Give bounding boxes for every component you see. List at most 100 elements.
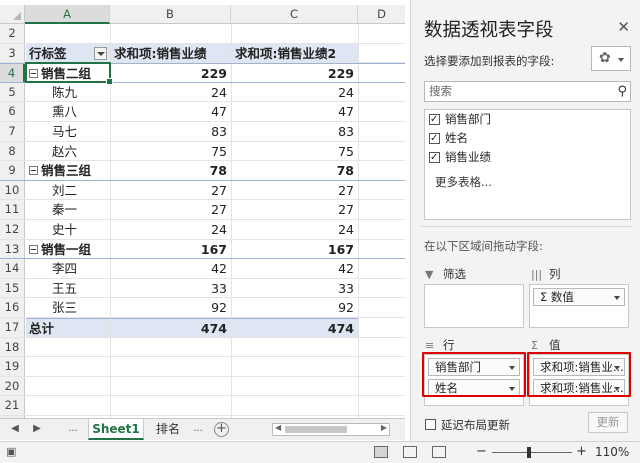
- item-label[interactable]: 王五: [26, 279, 110, 298]
- item-value-2[interactable]: 27: [231, 200, 358, 219]
- group-label-cell[interactable]: 销售一组: [26, 240, 110, 259]
- cell-d[interactable]: [358, 396, 405, 415]
- cell-d[interactable]: [358, 376, 405, 396]
- cell-a[interactable]: [26, 357, 110, 376]
- field-checkbox[interactable]: ✓: [429, 152, 440, 163]
- item-value-2[interactable]: 75: [231, 141, 358, 161]
- item-value-2[interactable]: 24: [231, 82, 358, 102]
- item-value-1[interactable]: 33: [110, 278, 231, 298]
- row-number[interactable]: 16: [0, 298, 25, 317]
- cell-d[interactable]: [358, 180, 405, 200]
- item-value-2[interactable]: 92: [231, 298, 358, 317]
- cell-a[interactable]: [26, 24, 110, 43]
- item-value-1[interactable]: 42: [110, 259, 231, 278]
- close-icon[interactable]: ✕: [617, 18, 630, 36]
- cell-d[interactable]: [358, 64, 405, 82]
- field-item-department[interactable]: ✓ 销售部门: [425, 110, 630, 129]
- tab-overflow-left[interactable]: ...: [64, 421, 82, 437]
- normal-view-icon[interactable]: [374, 446, 388, 458]
- cell-b[interactable]: [110, 337, 231, 357]
- item-value-2[interactable]: 24: [231, 219, 358, 239]
- item-value-1[interactable]: 24: [110, 82, 231, 102]
- item-label[interactable]: 赵六: [26, 142, 110, 161]
- cell-d[interactable]: [358, 239, 405, 259]
- filter-dropdown-icon[interactable]: [94, 46, 107, 60]
- cell-a[interactable]: [26, 396, 110, 415]
- grand-total-label[interactable]: 总计: [26, 317, 110, 337]
- row-number[interactable]: 9: [0, 161, 25, 180]
- row-number[interactable]: 8: [0, 141, 25, 161]
- cell-d[interactable]: [358, 102, 405, 121]
- cell-c[interactable]: [231, 357, 358, 376]
- cell-d[interactable]: [358, 219, 405, 239]
- horizontal-scrollbar[interactable]: ◀ ▶: [272, 423, 390, 436]
- cell-b[interactable]: [110, 396, 231, 415]
- cell-d[interactable]: [358, 121, 405, 141]
- tab-scroll-right-icon[interactable]: ▶: [30, 421, 44, 437]
- group-sum-2[interactable]: 167: [231, 239, 358, 259]
- row-number[interactable]: 19: [0, 357, 25, 376]
- group-sum-1[interactable]: 167: [110, 239, 231, 259]
- cell-d[interactable]: [358, 357, 405, 376]
- item-label[interactable]: 李四: [26, 259, 110, 278]
- item-value-1[interactable]: 75: [110, 141, 231, 161]
- row-number[interactable]: 21: [0, 396, 25, 415]
- scroll-left-icon[interactable]: ◀: [275, 423, 281, 432]
- collapse-icon[interactable]: [29, 244, 38, 254]
- cell-a[interactable]: [26, 338, 110, 357]
- tab-ranking[interactable]: 排名: [150, 419, 186, 440]
- field-checkbox[interactable]: ✓: [429, 114, 440, 125]
- cell-d[interactable]: [358, 161, 405, 180]
- cell-d[interactable]: [358, 298, 405, 317]
- scroll-right-icon[interactable]: ▶: [381, 423, 387, 432]
- tools-dropdown-button[interactable]: ✿: [591, 46, 631, 71]
- group-sum-2[interactable]: 78: [231, 161, 358, 180]
- row-number[interactable]: 4: [0, 64, 25, 82]
- select-all-corner[interactable]: [0, 5, 25, 24]
- row-number[interactable]: 5: [0, 82, 25, 102]
- row-number[interactable]: 11: [0, 200, 25, 219]
- tab-overflow-right[interactable]: ...: [189, 421, 207, 437]
- row-number[interactable]: 10: [0, 180, 25, 200]
- cell-d[interactable]: [358, 337, 405, 357]
- row-number[interactable]: 7: [0, 121, 25, 141]
- cell-d[interactable]: [358, 259, 405, 278]
- item-value-1[interactable]: 83: [110, 121, 231, 141]
- item-value-1[interactable]: 92: [110, 298, 231, 317]
- cell-d[interactable]: [358, 43, 405, 63]
- item-value-2[interactable]: 42: [231, 259, 358, 278]
- defer-checkbox[interactable]: [425, 419, 436, 430]
- column-header-d[interactable]: D: [358, 5, 405, 24]
- cell-b[interactable]: [110, 376, 231, 396]
- row-number[interactable]: 12: [0, 219, 25, 239]
- item-label[interactable]: 秦一: [26, 200, 110, 219]
- more-tables-link[interactable]: 更多表格...: [435, 174, 492, 190]
- row-number[interactable]: 13: [0, 239, 25, 259]
- cell-a[interactable]: [26, 377, 110, 396]
- item-value-1[interactable]: 47: [110, 102, 231, 121]
- group-sum-1[interactable]: 229: [110, 64, 231, 82]
- row-number[interactable]: 18: [0, 337, 25, 357]
- zoom-level[interactable]: 110%: [595, 445, 629, 459]
- item-value-2[interactable]: 33: [231, 278, 358, 298]
- value-header-2[interactable]: 求和项:销售业绩2: [231, 43, 358, 63]
- cell-d[interactable]: [358, 82, 405, 102]
- columns-chip-values[interactable]: Σ 数值: [533, 288, 625, 306]
- item-label[interactable]: 陈九: [26, 83, 110, 102]
- grand-total-2[interactable]: 474: [231, 317, 358, 337]
- item-value-1[interactable]: 27: [110, 180, 231, 200]
- zoom-out-button[interactable]: −: [476, 444, 487, 459]
- cell-d[interactable]: [358, 278, 405, 298]
- column-header-b[interactable]: B: [110, 5, 231, 24]
- value-header-1[interactable]: 求和项:销售业绩: [110, 43, 231, 63]
- field-item-sales[interactable]: ✓ 销售业绩: [425, 148, 630, 167]
- macro-record-icon[interactable]: ▣: [6, 445, 16, 458]
- cell-d[interactable]: [358, 141, 405, 161]
- cell-c[interactable]: [231, 376, 358, 396]
- collapse-icon[interactable]: [29, 166, 38, 176]
- group-label-cell[interactable]: 销售三组: [26, 161, 110, 180]
- item-value-2[interactable]: 83: [231, 121, 358, 141]
- item-label[interactable]: 刘二: [26, 181, 110, 200]
- item-value-2[interactable]: 27: [231, 180, 358, 200]
- row-number[interactable]: 6: [0, 102, 25, 121]
